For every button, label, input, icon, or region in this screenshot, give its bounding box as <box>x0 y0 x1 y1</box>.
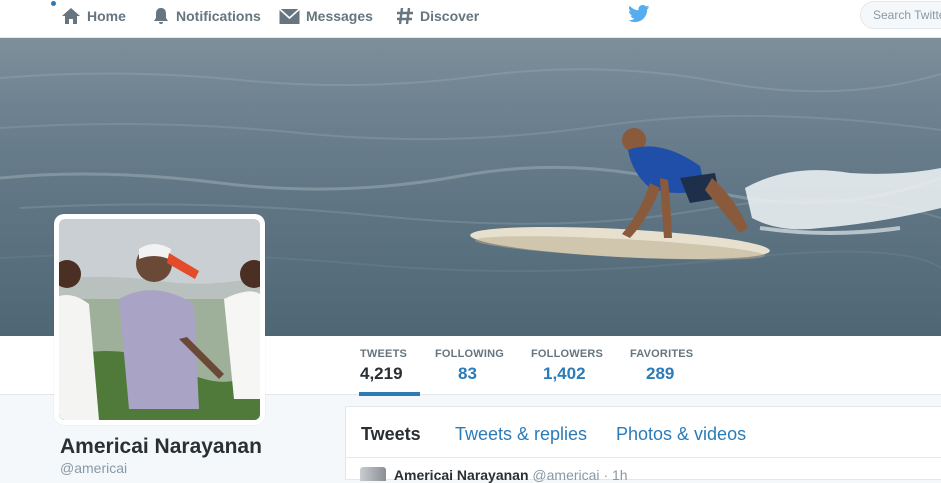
stat-followers-value: 1,402 <box>543 364 586 383</box>
profile-handle[interactable]: @americai <box>60 460 127 476</box>
timeline-panel: Tweets Tweets & replies Photos & videos … <box>345 406 941 483</box>
stat-tweets-label: TWEETS <box>360 348 408 360</box>
stat-followers[interactable]: FOLLOWERS 1,402 <box>531 348 603 384</box>
stat-tweets[interactable]: TWEETS 4,219 <box>360 348 407 384</box>
profile-name[interactable]: Americai Narayanan <box>60 435 262 459</box>
tweet-author-name[interactable]: Americai Narayanan <box>394 467 529 483</box>
active-stat-indicator <box>359 392 420 396</box>
envelope-icon <box>279 7 300 24</box>
stat-following-label: FOLLOWING <box>435 348 505 360</box>
timeline-tabs: Tweets Tweets & replies Photos & videos <box>346 407 941 458</box>
hashtag-icon <box>397 7 413 25</box>
top-navigation-bar: Home Notifications Messages Discover <box>0 0 941 38</box>
avatar-photo-people <box>59 219 260 420</box>
stat-favorites[interactable]: FAVORITES 289 <box>630 348 693 384</box>
home-icon <box>62 8 80 24</box>
nav-home-label: Home <box>87 8 126 24</box>
stat-favorites-value: 289 <box>646 364 675 383</box>
tab-tweets-and-replies[interactable]: Tweets & replies <box>455 424 587 445</box>
nav-discover[interactable]: Discover <box>396 0 479 32</box>
avatar-photo <box>59 219 260 420</box>
search-input[interactable] <box>860 1 941 29</box>
stat-tweets-value: 4,219 <box>360 364 403 383</box>
stat-favorites-label: FAVORITES <box>630 348 694 360</box>
tweet-separator: · <box>603 467 609 483</box>
nav-messages-label: Messages <box>306 8 373 24</box>
nav-home[interactable]: Home <box>61 0 126 32</box>
tweet-avatar[interactable] <box>360 467 386 481</box>
tweet-item[interactable]: Americai Narayanan @americai · 1h <box>360 467 628 483</box>
bell-icon <box>154 8 168 24</box>
nav-notifications-label: Notifications <box>176 8 261 24</box>
tweet-author-handle[interactable]: @americai <box>532 467 599 483</box>
profile-avatar[interactable] <box>54 214 265 425</box>
nav-discover-label: Discover <box>420 8 480 24</box>
tab-photos-and-videos[interactable]: Photos & videos <box>616 424 746 445</box>
tweet-timestamp[interactable]: 1h <box>612 467 628 483</box>
stat-following[interactable]: FOLLOWING 83 <box>435 348 504 384</box>
stat-followers-label: FOLLOWERS <box>531 348 604 360</box>
nav-messages[interactable]: Messages <box>279 0 373 32</box>
tab-tweets[interactable]: Tweets <box>361 424 421 445</box>
new-activity-dot <box>51 1 56 6</box>
nav-notifications[interactable]: Notifications <box>152 0 261 32</box>
stat-following-value: 83 <box>458 364 477 383</box>
twitter-bird-icon[interactable] <box>628 5 650 23</box>
